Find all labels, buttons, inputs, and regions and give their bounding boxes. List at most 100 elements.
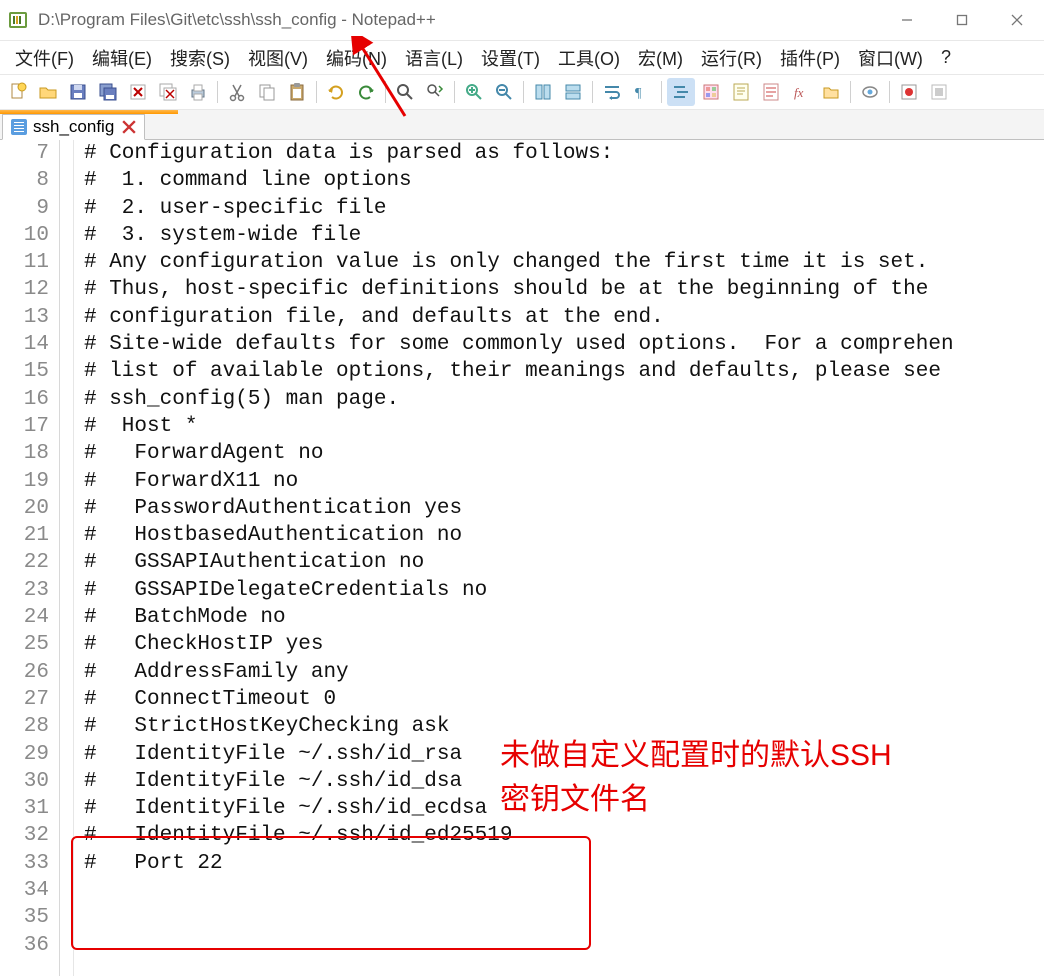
udl-icon[interactable] <box>697 78 725 106</box>
line-number: 11 <box>0 249 49 276</box>
menu-settings[interactable]: 设置(T) <box>472 41 549 75</box>
menu-run[interactable]: 运行(R) <box>692 41 771 75</box>
print-icon[interactable] <box>184 78 212 106</box>
close-button[interactable] <box>989 0 1044 40</box>
menu-macro[interactable]: 宏(M) <box>629 41 692 75</box>
func-list-icon[interactable]: fx <box>787 78 815 106</box>
menu-encoding[interactable]: 编码(N) <box>317 41 396 75</box>
undo-icon[interactable] <box>322 78 350 106</box>
window-title: D:\Program Files\Git\etc\ssh\ssh_config … <box>38 10 879 30</box>
menu-tools[interactable]: 工具(O) <box>549 41 629 75</box>
line-number: 16 <box>0 386 49 413</box>
code-line: # Any configuration value is only change… <box>84 249 1044 276</box>
code-line: # 1. command line options <box>84 167 1044 194</box>
file-icon <box>11 119 27 135</box>
code-line: # ForwardAgent no <box>84 440 1044 467</box>
menu-edit[interactable]: 编辑(E) <box>83 41 161 75</box>
menu-plugins[interactable]: 插件(P) <box>771 41 849 75</box>
annotation-text: 未做自定义配置时的默认SSH 密钥文件名 <box>500 734 892 821</box>
fold-margin <box>60 140 74 976</box>
wordwrap-icon[interactable] <box>598 78 626 106</box>
doc-map-icon[interactable] <box>727 78 755 106</box>
sync-v-icon[interactable] <box>529 78 557 106</box>
tab-close-icon[interactable] <box>122 120 136 134</box>
tab-ssh-config[interactable]: ssh_config <box>2 114 145 140</box>
line-number: 32 <box>0 822 49 849</box>
line-number: 36 <box>0 932 49 959</box>
monitor-icon[interactable] <box>856 78 884 106</box>
line-number: 19 <box>0 468 49 495</box>
line-number: 22 <box>0 549 49 576</box>
svg-text:¶: ¶ <box>635 86 642 101</box>
doc-list-icon[interactable] <box>757 78 785 106</box>
code-line: # GSSAPIAuthentication no <box>84 549 1044 576</box>
code-line: # Host * <box>84 413 1044 440</box>
line-number: 14 <box>0 331 49 358</box>
line-number: 35 <box>0 904 49 931</box>
line-number: 27 <box>0 686 49 713</box>
line-number: 24 <box>0 604 49 631</box>
save-icon[interactable] <box>64 78 92 106</box>
menu-search[interactable]: 搜索(S) <box>161 41 239 75</box>
maximize-button[interactable] <box>934 0 989 40</box>
code-line: # AddressFamily any <box>84 659 1044 686</box>
record-macro-icon[interactable] <box>895 78 923 106</box>
line-number: 33 <box>0 850 49 877</box>
menu-file[interactable]: 文件(F) <box>6 41 83 75</box>
redo-icon[interactable] <box>352 78 380 106</box>
code-line: # list of available options, their meani… <box>84 358 1044 385</box>
save-all-icon[interactable] <box>94 78 122 106</box>
show-all-chars-icon[interactable]: ¶ <box>628 78 656 106</box>
open-file-icon[interactable] <box>34 78 62 106</box>
code-line: # Configuration data is parsed as follow… <box>84 140 1044 167</box>
line-number: 10 <box>0 222 49 249</box>
code-line: # Thus, host-specific definitions should… <box>84 276 1044 303</box>
zoom-in-icon[interactable] <box>460 78 488 106</box>
menu-window[interactable]: 窗口(W) <box>849 41 932 75</box>
line-number: 9 <box>0 195 49 222</box>
line-number: 30 <box>0 768 49 795</box>
menu-help[interactable]: ? <box>932 43 960 72</box>
line-number: 7 <box>0 140 49 167</box>
code-line: # ForwardX11 no <box>84 468 1044 495</box>
tabbar: ssh_config <box>0 110 1044 140</box>
code-line: # Port 22 <box>84 850 1044 877</box>
code-line: # HostbasedAuthentication no <box>84 522 1044 549</box>
indent-guide-icon[interactable] <box>667 78 695 106</box>
replace-icon[interactable] <box>421 78 449 106</box>
cut-icon[interactable] <box>223 78 251 106</box>
code-area[interactable]: # Configuration data is parsed as follow… <box>74 140 1044 976</box>
close-all-icon[interactable] <box>154 78 182 106</box>
annotation-line1: 未做自定义配置时的默认SSH <box>500 734 892 778</box>
svg-text:fx: fx <box>794 85 804 100</box>
folder-workspace-icon[interactable] <box>817 78 845 106</box>
line-number: 12 <box>0 276 49 303</box>
editor-area[interactable]: 7891011121314151617181920212223242526272… <box>0 140 1044 976</box>
code-line: # GSSAPIDelegateCredentials no <box>84 577 1044 604</box>
line-number: 13 <box>0 304 49 331</box>
annotation-line2: 密钥文件名 <box>500 778 892 822</box>
menu-view[interactable]: 视图(V) <box>239 41 317 75</box>
line-number: 31 <box>0 795 49 822</box>
copy-icon[interactable] <box>253 78 281 106</box>
code-line: # CheckHostIP yes <box>84 631 1044 658</box>
stop-macro-icon[interactable] <box>925 78 953 106</box>
paste-icon[interactable] <box>283 78 311 106</box>
zoom-out-icon[interactable] <box>490 78 518 106</box>
code-line: # Site-wide defaults for some commonly u… <box>84 331 1044 358</box>
line-number: 25 <box>0 631 49 658</box>
titlebar: D:\Program Files\Git\etc\ssh\ssh_config … <box>0 0 1044 40</box>
code-line: # PasswordAuthentication yes <box>84 495 1044 522</box>
line-number: 17 <box>0 413 49 440</box>
menu-language[interactable]: 语言(L) <box>396 41 472 75</box>
menubar: 文件(F) 编辑(E) 搜索(S) 视图(V) 编码(N) 语言(L) 设置(T… <box>0 40 1044 74</box>
find-icon[interactable] <box>391 78 419 106</box>
line-number: 20 <box>0 495 49 522</box>
new-file-icon[interactable] <box>4 78 32 106</box>
close-file-icon[interactable] <box>124 78 152 106</box>
code-line: # configuration file, and defaults at th… <box>84 304 1044 331</box>
line-number: 18 <box>0 440 49 467</box>
sync-h-icon[interactable] <box>559 78 587 106</box>
line-number: 21 <box>0 522 49 549</box>
minimize-button[interactable] <box>879 0 934 40</box>
